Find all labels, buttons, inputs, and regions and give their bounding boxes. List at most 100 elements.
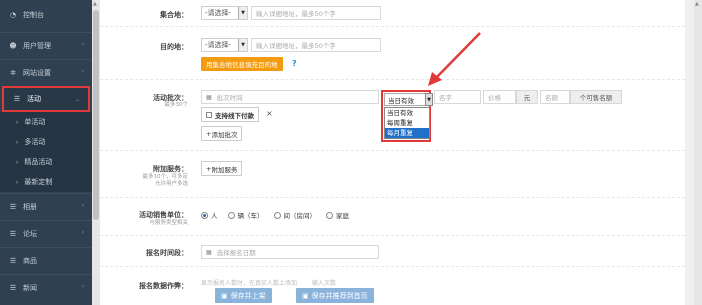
add-batch-button[interactable]: + 添加批次 bbox=[201, 126, 243, 141]
radio-label: 人 bbox=[211, 212, 218, 220]
chevron-down-icon: ⌄ bbox=[74, 96, 80, 103]
close-icon[interactable]: × bbox=[266, 109, 273, 118]
copy-gather-button[interactable]: 用集合地信息填充目的地 bbox=[201, 57, 283, 71]
list-icon: ☰ bbox=[9, 256, 17, 265]
divider bbox=[100, 266, 685, 267]
batch-price-placeholder: 价格 bbox=[488, 94, 501, 102]
sidebar-scrollbar[interactable]: ▲ bbox=[92, 0, 100, 305]
radio-dot[interactable] bbox=[201, 211, 208, 219]
sidebar-subitem-featured[interactable]: › 精品活动 bbox=[0, 152, 92, 172]
chevron-left-icon: ‹ bbox=[81, 202, 84, 209]
divider bbox=[100, 79, 685, 80]
sidebar-subitem-label: 最新定制 bbox=[24, 178, 53, 186]
divider bbox=[100, 235, 685, 236]
sidebar-item-activity[interactable]: ☰ 活动 ⌄ bbox=[2, 86, 90, 112]
batch-hint: 最多30个 bbox=[164, 102, 189, 108]
sidebar-item-label: 网站设置 bbox=[23, 68, 51, 77]
scrollbar-thumb[interactable] bbox=[93, 10, 99, 220]
repeat-option-weekly[interactable]: 每周重复 bbox=[385, 118, 429, 128]
sidebar-subitem-label: 单活动 bbox=[24, 118, 46, 126]
dest-select-value: -请选择- bbox=[205, 41, 232, 49]
page-scrollbar[interactable]: ▲ bbox=[694, 0, 702, 305]
annotation-arrow bbox=[428, 32, 481, 86]
radio-family[interactable]: 家庭 bbox=[326, 210, 349, 220]
offline-pay-checkbox[interactable]: 支持线下付款 bbox=[201, 107, 259, 122]
chevron-left-icon: ‹ bbox=[81, 283, 84, 290]
scroll-up-icon[interactable]: ▲ bbox=[93, 1, 97, 7]
radio-label: 家庭 bbox=[336, 212, 349, 220]
price-unit-addon: 元 bbox=[516, 90, 538, 104]
sidebar-subitem-label: 精品活动 bbox=[24, 158, 53, 166]
calendar-icon: ▦ bbox=[206, 93, 212, 101]
sidebar-item-users[interactable]: ☻ 用户管理 ‹ bbox=[0, 32, 92, 58]
addon-service-button[interactable]: + 附加服务 bbox=[201, 161, 243, 176]
gather-address-input[interactable]: 输入详细地址，最多50个字 bbox=[251, 6, 381, 20]
repeat-select-value: 当日有效 bbox=[388, 96, 414, 105]
dashboard-icon: ◔ bbox=[9, 11, 17, 19]
help-icon[interactable]: ? bbox=[292, 59, 297, 68]
sidebar-item-dashboard[interactable]: ◔ 控制台 bbox=[0, 2, 92, 28]
radio-dot[interactable] bbox=[273, 211, 281, 219]
checkbox-box[interactable] bbox=[206, 111, 212, 118]
gather-select[interactable]: -请选择- ▼ bbox=[201, 6, 248, 20]
quota-unit-addon: 个可售名额 bbox=[570, 90, 622, 104]
chevron-down-icon[interactable]: ▼ bbox=[425, 93, 433, 106]
repeat-option-monthly[interactable]: 每月重复 bbox=[385, 128, 429, 138]
batch-time-placeholder: 批次时间 bbox=[216, 94, 243, 102]
radio-label: 辆（车） bbox=[237, 212, 264, 220]
count-input-placeholder[interactable]: 输入次数 bbox=[312, 278, 336, 287]
caret-right-icon: › bbox=[16, 178, 19, 186]
chevron-down-icon: ▼ bbox=[238, 39, 247, 51]
sidebar-item-label: 商品 bbox=[23, 256, 37, 265]
batch-name-input[interactable]: 名字 bbox=[434, 90, 481, 104]
chevron-left-icon: ‹ bbox=[81, 68, 84, 75]
caret-right-icon: › bbox=[16, 138, 19, 146]
list-icon: ☰ bbox=[13, 95, 21, 103]
radio-dot[interactable] bbox=[326, 211, 333, 219]
save-icon: ▣ bbox=[221, 291, 228, 300]
repeat-option-daily[interactable]: 当日有效 bbox=[385, 108, 429, 118]
gather-select-value: -请选择- bbox=[205, 9, 232, 17]
save-publish-button[interactable]: ▣ 保存并上架 bbox=[215, 288, 272, 303]
sidebar-subitem-single[interactable]: › 单活动 bbox=[0, 112, 92, 132]
sidebar-item-label: 活动 bbox=[27, 95, 41, 103]
calendar-icon: ▦ bbox=[206, 248, 212, 256]
radio-vehicle[interactable]: 辆（车） bbox=[227, 210, 264, 220]
divider bbox=[100, 150, 685, 151]
signup-date-input[interactable]: ▦ 选择报名日期 bbox=[201, 245, 379, 259]
dest-address-input[interactable]: 输入详细地址，最多50个字 bbox=[251, 38, 381, 52]
gear-icon: ✲ bbox=[10, 68, 16, 77]
save-home-button[interactable]: ▣ 保存并推荐到首页 bbox=[296, 288, 374, 303]
batch-time-input[interactable]: ▦ 批次时间 bbox=[201, 90, 379, 104]
caret-right-icon: › bbox=[16, 118, 19, 126]
radio-dot[interactable] bbox=[227, 211, 235, 219]
sidebar-item-products[interactable]: ☰ 商品 bbox=[0, 247, 92, 273]
sidebar-item-site-settings[interactable]: ✲ 网站设置 ‹ bbox=[0, 59, 92, 85]
list-icon: ☰ bbox=[9, 283, 17, 292]
sidebar-subitem-label: 多活动 bbox=[24, 138, 46, 146]
addon-hint-1: 最多10个，可多定 bbox=[142, 174, 189, 180]
batch-price-input[interactable]: 价格 bbox=[483, 90, 516, 104]
batch-quota-input[interactable]: 名额 bbox=[540, 90, 570, 104]
addon-hint-2: 允许用户多选 bbox=[154, 181, 188, 187]
sidebar-item-label: 论坛 bbox=[23, 229, 37, 238]
sales-unit-radio-group: 人 辆（车） 间（房间） 家庭 bbox=[201, 210, 359, 220]
dest-select[interactable]: -请选择- ▼ bbox=[201, 38, 248, 52]
sidebar-item-news[interactable]: ☰ 新闻 ‹ bbox=[0, 274, 92, 300]
sidebar-item-label: 相册 bbox=[23, 202, 37, 211]
sidebar: ◔ 控制台 ☻ 用户管理 ‹ ✲ 网站设置 ‹ ☰ 活动 ⌄ › 单活动 › 多… bbox=[0, 0, 92, 305]
unit-label: 活动销售单位： bbox=[139, 211, 188, 219]
radio-person[interactable]: 人 bbox=[201, 210, 218, 220]
chevron-left-icon: ‹ bbox=[81, 41, 84, 48]
scroll-up-icon[interactable]: ▲ bbox=[695, 1, 699, 7]
sidebar-item-album[interactable]: ☰ 相册 ‹ bbox=[0, 193, 92, 219]
sidebar-item-forum[interactable]: ☰ 论坛 ‹ bbox=[0, 220, 92, 246]
repeat-options: 当日有效 每周重复 每月重复 bbox=[384, 107, 430, 139]
repeat-dropdown[interactable]: 当日有效 ▼ 当日有效 每周重复 每月重复 bbox=[381, 90, 433, 142]
chevron-left-icon: ‹ bbox=[81, 229, 84, 236]
radio-room[interactable]: 间（房间） bbox=[273, 210, 316, 220]
sidebar-subitem-custom[interactable]: › 最新定制 bbox=[0, 172, 92, 192]
sidebar-subitem-multi[interactable]: › 多活动 bbox=[0, 132, 92, 152]
repeat-select[interactable]: 当日有效 ▼ bbox=[384, 93, 433, 106]
offline-pay-label: 支持线下付款 bbox=[215, 111, 254, 120]
